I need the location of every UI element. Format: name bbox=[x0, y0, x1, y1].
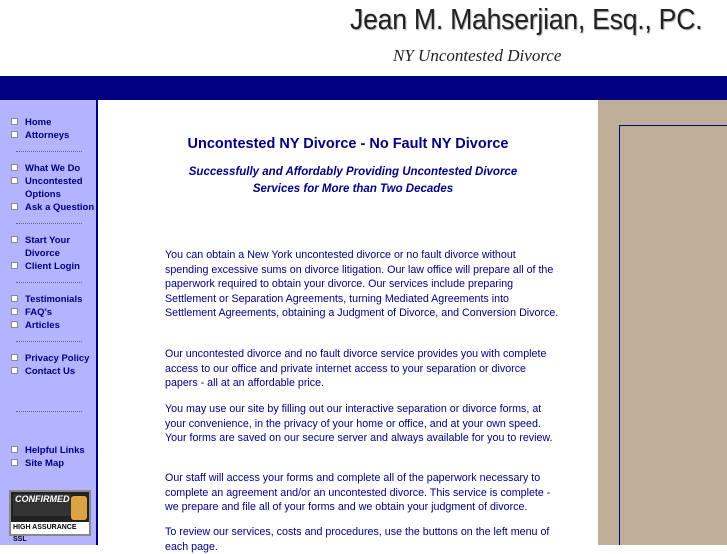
bullet-icon bbox=[11, 367, 18, 374]
sidebar-menu: Home Attorneys What We Do Uncontested Op… bbox=[0, 100, 98, 545]
sidebar-item-site-map[interactable]: Site Map bbox=[11, 457, 95, 470]
intro-paragraph: You can obtain a New York uncontested di… bbox=[165, 249, 559, 320]
sidebar-divider bbox=[16, 223, 82, 224]
sidebar-divider bbox=[16, 411, 82, 412]
right-panel-box bbox=[619, 125, 727, 545]
bullet-icon bbox=[11, 131, 18, 138]
sidebar-item-faqs[interactable]: FAQ's bbox=[11, 306, 95, 319]
top-navbar bbox=[0, 76, 727, 100]
bullet-icon bbox=[11, 177, 18, 184]
review-paragraph: To review our services, costs and proced… bbox=[165, 526, 550, 553]
sidebar-divider bbox=[16, 282, 82, 283]
page-title: Uncontested NY Divorce - No Fault NY Div… bbox=[187, 136, 509, 152]
bullet-icon bbox=[11, 262, 18, 269]
service-paragraph: Our uncontested divorce and no fault div… bbox=[165, 348, 547, 390]
bullet-icon bbox=[11, 295, 18, 302]
ssl-badge-subtitle: HIGH ASSURANCE SSL bbox=[11, 522, 89, 543]
sidebar-item-uncontested-options[interactable]: Uncontested Options bbox=[11, 175, 95, 201]
bullet-icon bbox=[11, 164, 18, 171]
bullet-icon bbox=[11, 446, 18, 453]
staff-paragraph: Our staff will access your forms and com… bbox=[165, 472, 551, 514]
main-content: Uncontested NY Divorce - No Fault NY Div… bbox=[98, 100, 598, 553]
sidebar-item-contact-us[interactable]: Contact Us bbox=[11, 365, 95, 378]
sidebar-item-what-we-do[interactable]: What We Do bbox=[11, 162, 95, 175]
bullet-icon bbox=[11, 459, 18, 466]
tagline: NY Uncontested Divorce bbox=[393, 46, 562, 65]
ssl-certificate-badge[interactable]: CONFIRMED HIGH ASSURANCE SSL bbox=[9, 490, 91, 543]
bullet-icon bbox=[11, 321, 18, 328]
bullet-icon bbox=[11, 118, 18, 125]
bullet-icon bbox=[11, 236, 18, 243]
sidebar-item-start-your-divorce[interactable]: Start Your Divorce bbox=[11, 234, 95, 260]
forms-paragraph: You may use our site by filling out our … bbox=[165, 403, 553, 445]
sidebar-item-articles[interactable]: Articles bbox=[11, 319, 95, 332]
right-panel bbox=[598, 100, 727, 545]
bullet-icon bbox=[11, 203, 18, 210]
sidebar-item-testimonials[interactable]: Testimonials bbox=[11, 293, 95, 306]
sidebar-item-home[interactable]: Home bbox=[11, 116, 95, 129]
lock-icon bbox=[71, 496, 87, 520]
page-subtitle: Successfully and Affordably Providing Un… bbox=[188, 166, 518, 195]
header: Jean M. Mahserjian, Esq., PC. NY Unconte… bbox=[0, 0, 727, 76]
sidebar-item-attorneys[interactable]: Attorneys bbox=[11, 129, 95, 142]
sidebar-item-privacy-policy[interactable]: Privacy Policy bbox=[11, 352, 95, 365]
bullet-icon bbox=[11, 354, 18, 361]
sidebar-divider bbox=[16, 341, 82, 342]
sidebar-item-ask-a-question[interactable]: Ask a Question bbox=[11, 201, 95, 214]
sidebar-divider bbox=[16, 151, 82, 152]
bullet-icon bbox=[11, 308, 18, 315]
firm-name-logo: Jean M. Mahserjian, Esq., PC. bbox=[350, 4, 703, 36]
sidebar-item-client-login[interactable]: Client Login bbox=[11, 260, 95, 273]
sidebar-item-helpful-links[interactable]: Helpful Links bbox=[11, 444, 95, 457]
ssl-badge-title: CONFIRMED bbox=[13, 494, 71, 516]
